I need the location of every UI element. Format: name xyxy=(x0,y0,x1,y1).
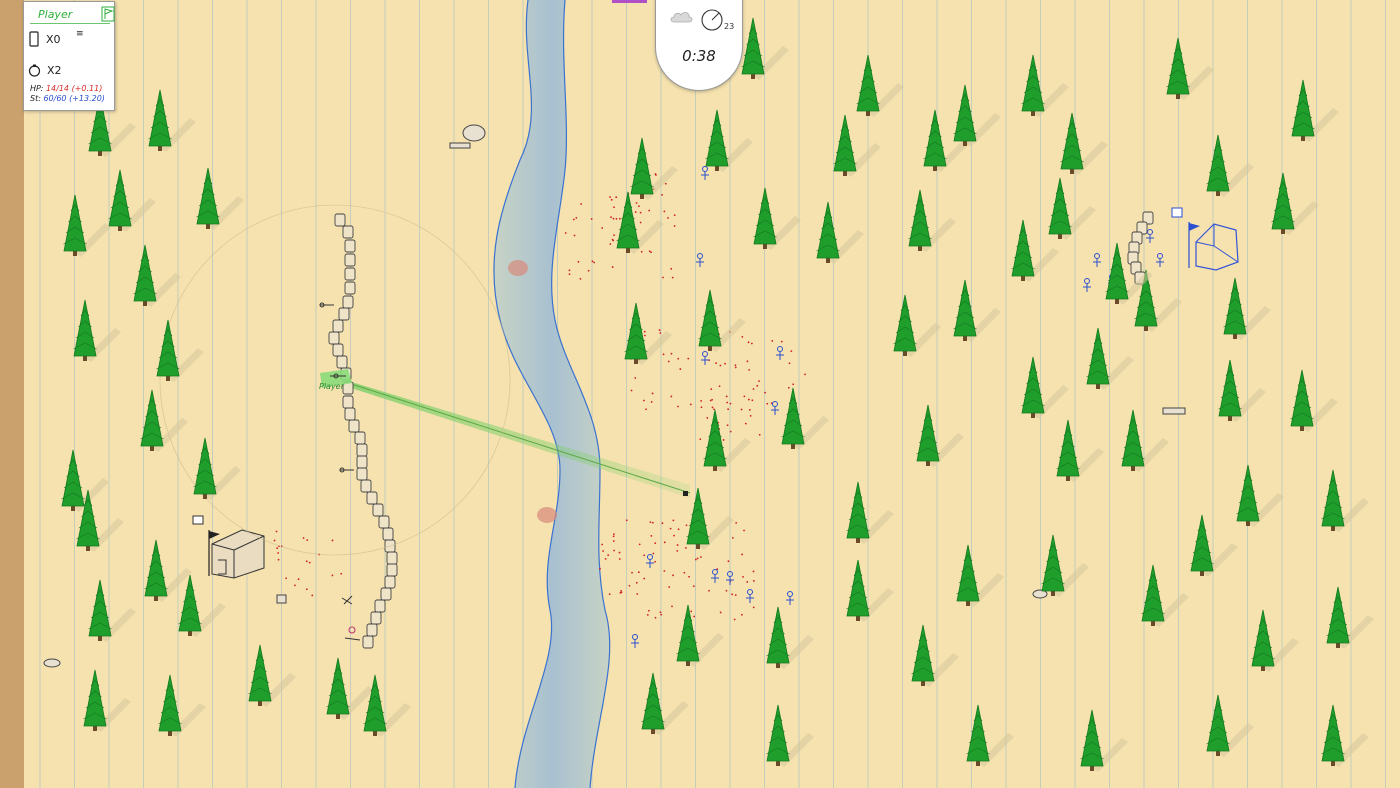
battlefield-map[interactable] xyxy=(0,0,1400,788)
paper-sheet xyxy=(24,0,1400,788)
phone-count-row: X0 xyxy=(28,31,61,47)
player-name: Player xyxy=(38,8,73,21)
wind-speed: 23 xyxy=(724,22,735,31)
match-timer-panel: 23 0:38 xyxy=(655,0,743,91)
player-unit-label: Player xyxy=(319,382,344,391)
stamina-value: 60/60 xyxy=(43,94,67,103)
cloud-icon xyxy=(670,12,693,23)
hp-stat: HP: 14/14 (+0.11) xyxy=(30,84,102,93)
wind-gauge-icon xyxy=(701,9,723,31)
blood-stain xyxy=(537,507,557,523)
phone-count: X0 xyxy=(46,32,61,46)
grenade-count-row: X2 xyxy=(28,64,62,77)
match-timer: 0:38 xyxy=(682,47,716,65)
hp-label: HP: xyxy=(30,84,44,93)
blood-stain xyxy=(508,260,528,276)
desk-edge-left xyxy=(0,0,24,788)
grenade-count: X2 xyxy=(47,64,62,77)
hp-regen: (+0.11) xyxy=(71,84,103,93)
aim-target-marker xyxy=(683,491,688,496)
rock xyxy=(43,658,61,668)
grenade-icon xyxy=(28,64,41,77)
crate xyxy=(276,594,287,604)
stamina-regen: (+13.20) xyxy=(69,94,105,103)
stamina-label: St: xyxy=(30,94,41,103)
enemy-sign-icon xyxy=(1171,207,1183,218)
phone-icon xyxy=(29,31,39,47)
menu-lines-icon[interactable]: ≡ xyxy=(76,29,84,39)
hp-value: 14/14 xyxy=(45,84,70,93)
stamina-stat: St: 60/60 (+13.20) xyxy=(30,94,105,103)
flag-icon xyxy=(101,6,115,22)
title-underline xyxy=(30,23,110,24)
friendly-sign-icon xyxy=(192,515,204,525)
player-hud-panel: Player ≡ X0 X2 HP: 14/14 (+0.11) St: 60/… xyxy=(23,1,115,111)
game-viewport[interactable]: Player Player ≡ X0 X2 HP: 14/14 (+0.11) … xyxy=(0,0,1400,788)
top-indicator-tab xyxy=(612,0,647,3)
log xyxy=(1162,407,1186,415)
